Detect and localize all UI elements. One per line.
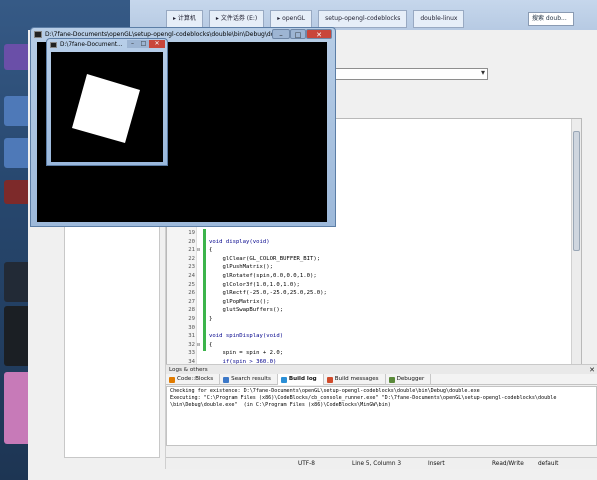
code-text: spin = spin + 2.0; [209, 350, 284, 357]
tab-label: Build messages [334, 376, 379, 382]
explorer-breadcrumb: ▸ 计算机 ▸ 文件话券 (E:) ▸ openGL setup-opengl-… [166, 10, 465, 28]
code-line[interactable]: 28 glutSwapBuffers(); [167, 306, 567, 315]
code-line[interactable]: 21 ⊟ { [167, 246, 567, 255]
code-text: void spinDisplay(void) [209, 333, 284, 340]
close-button[interactable]: ✕ [149, 40, 165, 48]
scrollbar-thumb[interactable] [573, 131, 580, 251]
code-line[interactable]: 32 ⊟ { [167, 341, 567, 350]
line-number: 22 [188, 255, 195, 262]
status-encoding: UTF-8 [298, 461, 315, 467]
fold-marker[interactable]: ⊟ [197, 341, 203, 350]
minimize-button[interactable]: – [272, 29, 290, 39]
tab-label: Build log [288, 376, 317, 382]
line-number: 28 [188, 307, 195, 314]
build-log-output[interactable]: Checking for existence: D:\7fane-Documen… [166, 386, 597, 446]
code-text: } [209, 316, 213, 322]
code-line[interactable]: 29} [167, 315, 567, 324]
close-button[interactable]: ✕ [306, 29, 332, 39]
code-line[interactable]: 24 glRotatef(spin,0.0,0.0,1.0); [167, 272, 567, 281]
code-line[interactable]: 31 void spinDisplay(void) [167, 332, 567, 341]
line-number: 32 [188, 341, 195, 348]
logs-panel-header: Logs & others ✕ [166, 364, 597, 374]
code-text: glColor3f(1.0,1.0,1.0); [209, 281, 300, 288]
log-tab[interactable]: Build messages [324, 374, 386, 385]
minimize-button[interactable]: – [127, 40, 138, 48]
breadcrumb-item[interactable]: double-linux [413, 10, 465, 28]
code-text: { [209, 247, 213, 254]
log-tab[interactable]: Build log [277, 374, 324, 385]
breadcrumb-item[interactable]: ▸ 文件话券 (E:) [208, 10, 265, 28]
code-line[interactable]: 33 spin = spin + 2.0; [167, 349, 567, 358]
code-text: glRectf(-25.0,-25.0,25.0,25.0); [209, 290, 327, 297]
line-number: 29 [188, 316, 195, 322]
log-tab[interactable]: Debugger [386, 374, 432, 385]
code-text: glClear(GL_COLOR_BUFFER_BIT); [209, 255, 321, 262]
code-line[interactable]: 27 glPopMatrix(); [167, 298, 567, 307]
code-line[interactable]: 25 glColor3f(1.0,1.0,1.0); [167, 281, 567, 290]
explorer-search-input[interactable]: 搜索 doub... [528, 12, 574, 26]
line-number: 23 [188, 264, 195, 271]
fold-marker[interactable]: ⊟ [197, 246, 203, 255]
status-highlight: default [538, 461, 559, 467]
logs-tabs: Code::Blocks Search results Build log Build… [166, 374, 597, 385]
tab-icon [169, 376, 175, 383]
code-text: { [209, 341, 213, 348]
opengl-window[interactable]: D:\7fane-Document... – □ ✕ [46, 38, 168, 166]
logs-title: Logs & others [169, 367, 208, 373]
code-text: glPushMatrix(); [209, 264, 273, 271]
line-number: 20 [188, 238, 195, 245]
tab-label: Code::Blocks [177, 376, 214, 382]
tab-label: Search results [231, 376, 271, 382]
line-number: 25 [188, 281, 195, 288]
target-dropdown[interactable] [328, 68, 488, 80]
code-line[interactable]: 22 glClear(GL_COLOR_BUFFER_BIT); [167, 255, 567, 264]
breadcrumb-item[interactable]: ▸ openGL [270, 10, 313, 28]
status-bar: UTF-8 Line 5, Column 3 Insert Read/Write… [166, 457, 597, 469]
line-number: 30 [188, 324, 195, 331]
line-number: 26 [188, 290, 195, 297]
code-text: glPopMatrix(); [209, 298, 270, 305]
maximize-button[interactable]: □ [138, 40, 149, 48]
gl-scene [72, 74, 140, 143]
breadcrumb-item[interactable]: setup-opengl-codeblocks [318, 10, 408, 28]
tab-label: Debugger [396, 376, 425, 382]
tab-icon [223, 376, 230, 383]
project-tree[interactable] [64, 218, 160, 458]
gl-canvas[interactable] [51, 52, 163, 162]
log-tab[interactable]: Search results [220, 374, 278, 385]
log-tab[interactable]: Code::Blocks [166, 374, 221, 385]
breadcrumb-item[interactable]: ▸ 计算机 [166, 10, 203, 28]
status-mode: Insert [428, 461, 445, 467]
tab-icon [280, 376, 287, 383]
line-number: 31 [188, 333, 195, 340]
code-line[interactable]: 23 glPushMatrix(); [167, 263, 567, 272]
line-number: 21 [188, 247, 195, 254]
tab-icon [326, 376, 333, 383]
code-line[interactable]: 30 [167, 324, 567, 333]
status-access: Read/Write [492, 461, 524, 467]
line-number: 19 [188, 230, 195, 236]
code-line[interactable]: 26 glRectf(-25.0,-25.0,25.0,25.0); [167, 289, 567, 298]
status-position: Line 5, Column 3 [352, 461, 402, 467]
line-number: 27 [188, 298, 195, 305]
maximize-button[interactable]: □ [290, 29, 306, 39]
code-line[interactable]: 19 [167, 229, 567, 238]
code-text: glutSwapBuffers(); [209, 307, 284, 314]
log-line: Checking for existence: D:\7fane-Documen… [170, 388, 480, 394]
tab-icon [388, 376, 395, 383]
code-text: void display(void) [209, 238, 270, 245]
log-line: Executing: "C:\Program Files (x86)\CodeB… [170, 395, 557, 401]
line-number: 33 [188, 350, 195, 357]
rotating-square [72, 74, 140, 143]
line-number: 24 [188, 273, 195, 279]
code-line[interactable]: 20 void display(void) [167, 238, 567, 247]
code-text: glRotatef(spin,0.0,0.0,1.0); [209, 273, 317, 279]
editor-scrollbar[interactable] [571, 119, 581, 379]
log-line: \bin\Debug\double.exe" (in C:\Program Fi… [170, 402, 391, 408]
